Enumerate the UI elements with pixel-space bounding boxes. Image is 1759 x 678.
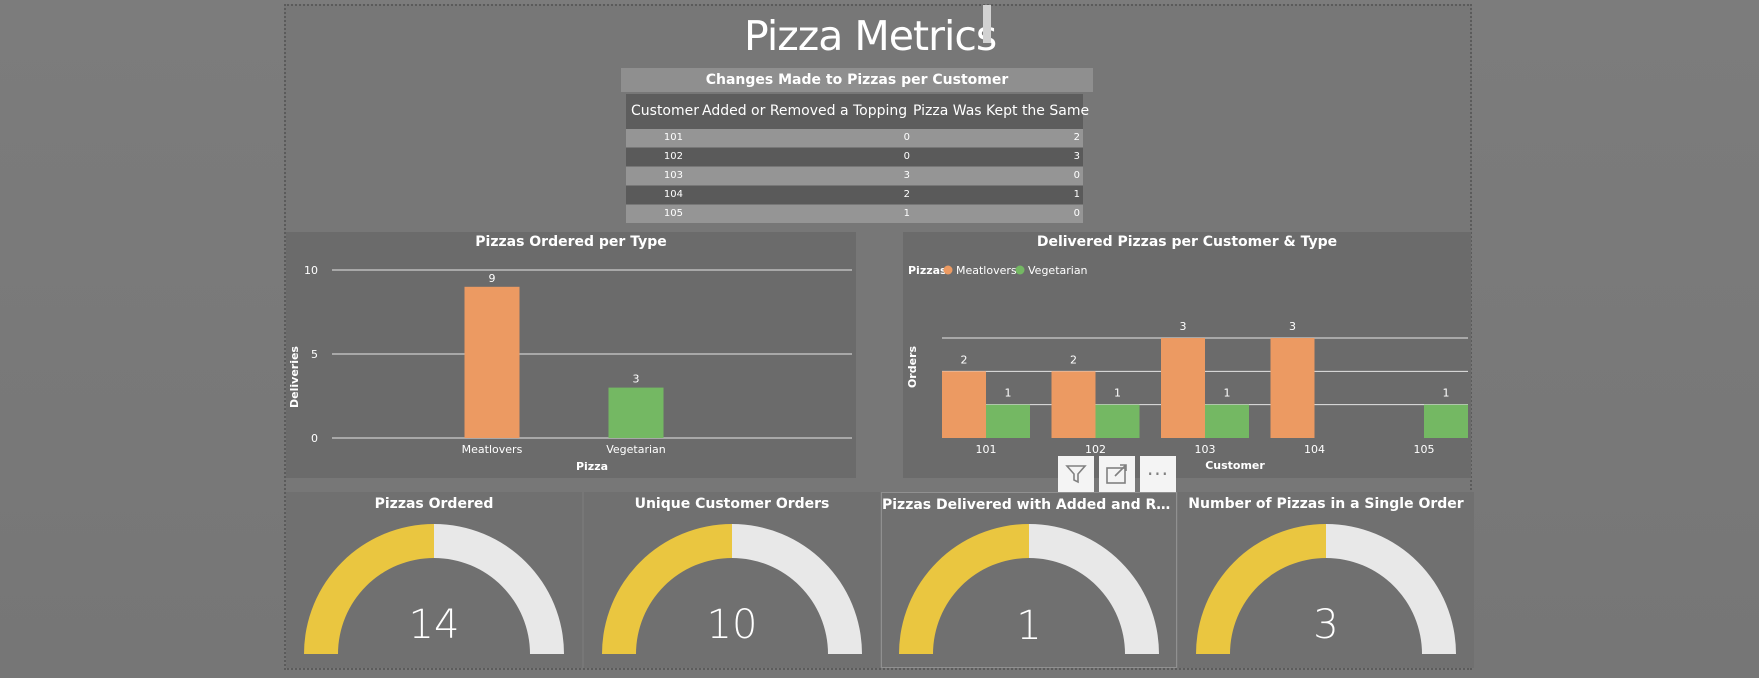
gauge-value: 10 xyxy=(706,602,758,648)
x-tick-label: 105 xyxy=(1414,443,1435,456)
cell-kept-same: 0 xyxy=(1073,208,1080,219)
filter-icon xyxy=(1065,465,1087,484)
gauge-pizzas-ordered[interactable]: Pizzas Ordered 14 xyxy=(286,492,582,668)
bar-vegetarian-102 xyxy=(1095,404,1140,438)
gauge-value: 14 xyxy=(408,602,460,648)
delivered-per-customer-svg: Pizzas Meatlovers Vegetarian Orders Cust… xyxy=(906,264,1468,472)
delivered-per-customer-chart[interactable]: Delivered Pizzas per Customer & Type Piz… xyxy=(903,232,1471,478)
gauge-value: 1 xyxy=(1016,603,1042,649)
x-axis-label: Pizza xyxy=(576,460,608,473)
bar-vegetarian-103 xyxy=(1205,404,1249,438)
bar-vegetarian-101 xyxy=(986,404,1030,438)
column-header-customer[interactable]: Customer xyxy=(631,94,699,129)
text-cursor xyxy=(983,5,991,43)
changes-table[interactable]: Changes Made to Pizzas per Customer Cust… xyxy=(621,68,1093,226)
bar-meatlovers xyxy=(464,286,520,438)
data-label: 1 xyxy=(1114,387,1121,400)
cell-kept-same: 2 xyxy=(1073,132,1080,143)
x-tick-label: 104 xyxy=(1304,443,1325,456)
bar-vegetarian-105 xyxy=(1424,404,1468,438)
y-axis-label: Deliveries xyxy=(288,346,301,408)
data-label: 3 xyxy=(1289,320,1296,333)
y-tick-label: 10 xyxy=(304,264,318,277)
more-options-button[interactable]: ··· xyxy=(1140,456,1176,492)
bar-meatlovers-103 xyxy=(1161,338,1205,438)
bar-meatlovers-101 xyxy=(942,371,986,438)
page-title: Pizza Metrics xyxy=(744,12,997,60)
gauge-value: 3 xyxy=(1313,602,1339,648)
x-tick-label: 103 xyxy=(1195,443,1216,456)
filter-button[interactable] xyxy=(1058,456,1094,492)
cell-added-removed: 0 xyxy=(903,132,910,143)
cell-customer: 104 xyxy=(663,189,683,200)
table-title: Changes Made to Pizzas per Customer xyxy=(621,68,1093,92)
table-row[interactable]: 102 0 3 xyxy=(626,148,1083,166)
pizzas-per-type-chart[interactable]: Pizzas Ordered per Type Deliveries Pizza… xyxy=(286,232,856,478)
column-header-kept-same[interactable]: Pizza Was Kept the Same xyxy=(913,94,1089,129)
table-row[interactable]: 105 1 0 xyxy=(626,205,1083,223)
data-label: 3 xyxy=(633,373,640,386)
x-tick-label: Meatlovers xyxy=(462,443,523,456)
bar-vegetarian xyxy=(608,387,664,438)
cell-added-removed: 2 xyxy=(903,189,910,200)
table-header: Customer Added or Removed a Topping Pizz… xyxy=(626,94,1089,129)
data-label: 9 xyxy=(489,272,496,285)
x-tick-label: Vegetarian xyxy=(606,443,666,456)
focus-mode-button[interactable] xyxy=(1099,456,1135,492)
more-options-icon: ··· xyxy=(1146,462,1170,486)
table-row[interactable]: 101 0 2 xyxy=(626,129,1083,147)
cell-customer: 101 xyxy=(663,132,683,143)
legend-item-meatlovers[interactable]: Meatlovers xyxy=(956,264,1017,277)
cell-added-removed: 1 xyxy=(903,208,910,219)
cell-added-removed: 3 xyxy=(903,170,910,181)
cell-kept-same: 1 xyxy=(1073,189,1080,200)
gauge-pizzas-delivered-changed[interactable]: Pizzas Delivered with Added and Remo… 1 xyxy=(881,492,1177,668)
cell-customer: 103 xyxy=(663,170,683,181)
data-label: 1 xyxy=(1224,387,1231,400)
y-tick-label: 5 xyxy=(311,348,318,361)
x-tick-label: 102 xyxy=(1085,443,1106,456)
cell-kept-same: 3 xyxy=(1073,151,1080,162)
data-label: 1 xyxy=(1443,387,1450,400)
bar-meatlovers-104 xyxy=(1270,338,1315,438)
data-label: 2 xyxy=(1070,353,1077,366)
gauge-pizzas-single-order[interactable]: Number of Pizzas in a Single Order 3 xyxy=(1178,492,1474,668)
x-axis-label: Customer xyxy=(1205,459,1265,472)
y-axis-label: Orders xyxy=(906,346,919,389)
bar-meatlovers-102 xyxy=(1051,371,1096,438)
cell-kept-same: 0 xyxy=(1073,170,1080,181)
legend-item-vegetarian[interactable]: Vegetarian xyxy=(1028,264,1088,277)
data-label: 1 xyxy=(1005,387,1012,400)
legend-marker-vegetarian xyxy=(1015,265,1025,275)
data-label: 2 xyxy=(961,353,968,366)
legend-marker-meatlovers xyxy=(943,265,953,275)
y-tick-label: 0 xyxy=(311,432,318,445)
gauge-unique-customer-orders[interactable]: Unique Customer Orders 10 xyxy=(584,492,880,668)
x-tick-label: 101 xyxy=(976,443,997,456)
cell-customer: 105 xyxy=(663,208,683,219)
data-label: 3 xyxy=(1180,320,1187,333)
table-row[interactable]: 103 3 0 xyxy=(626,167,1083,185)
focus-mode-icon xyxy=(1106,464,1127,484)
legend-title: Pizzas xyxy=(908,264,947,277)
table-row[interactable]: 104 2 1 xyxy=(626,186,1083,204)
cell-added-removed: 0 xyxy=(903,151,910,162)
cell-customer: 102 xyxy=(663,151,683,162)
pizzas-per-type-svg: Deliveries Pizza 0 5 10 9 Meatlovers 3 Vegetar… xyxy=(288,264,852,473)
column-header-added-removed[interactable]: Added or Removed a Topping xyxy=(702,94,907,129)
